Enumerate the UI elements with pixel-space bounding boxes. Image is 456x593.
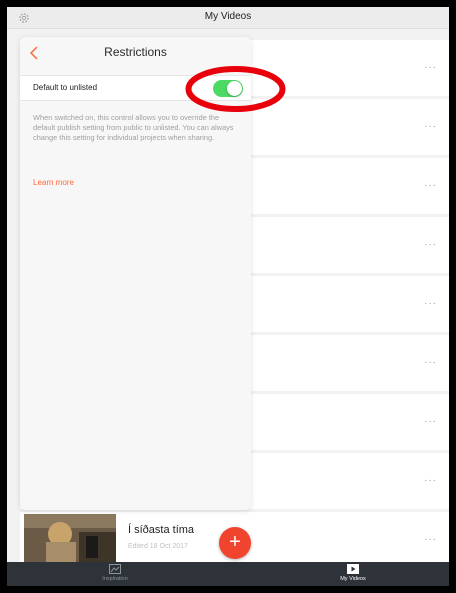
learn-more-link[interactable]: Learn more — [33, 178, 74, 187]
annotation-ellipse — [185, 66, 286, 112]
add-project-button[interactable]: + — [219, 527, 251, 559]
tab-inspiration-label: Inspiration — [102, 576, 128, 582]
play-icon — [347, 564, 359, 574]
tab-my-videos[interactable]: My Videos — [318, 562, 388, 586]
page-title: My Videos — [204, 11, 252, 22]
more-options-button[interactable]: ··· — [424, 298, 437, 309]
video-title: Í síðasta tíma — [128, 524, 195, 536]
top-bar: My Videos — [7, 7, 449, 29]
tab-bar: Inspiration My Videos — [7, 562, 449, 586]
more-options-button[interactable]: ··· — [424, 534, 437, 545]
video-thumbnail[interactable] — [24, 514, 116, 566]
device-frame: My Videos ··· ··· ··· ··· ··· ··· ··· ··… — [0, 0, 456, 593]
more-options-button[interactable]: ··· — [424, 62, 437, 73]
app-screen: My Videos ··· ··· ··· ··· ··· ··· ··· ··… — [7, 7, 449, 586]
inspiration-icon — [109, 564, 121, 574]
plus-icon: + — [229, 531, 241, 553]
panel-title: Restrictions — [104, 45, 167, 59]
tab-my-videos-label: My Videos — [340, 576, 366, 582]
more-options-button[interactable]: ··· — [424, 121, 437, 132]
more-options-button[interactable]: ··· — [424, 357, 437, 368]
tab-inspiration[interactable]: Inspiration — [80, 562, 150, 586]
restriction-description: When switched on, this control allows yo… — [33, 113, 234, 142]
more-options-button[interactable]: ··· — [424, 180, 437, 191]
more-options-button[interactable]: ··· — [424, 416, 437, 427]
more-options-button[interactable]: ··· — [424, 475, 437, 486]
toggle-label: Default to unlisted — [33, 83, 98, 92]
more-options-button[interactable]: ··· — [424, 239, 437, 250]
video-date: Edited 18 Oct 2017 — [128, 543, 188, 550]
